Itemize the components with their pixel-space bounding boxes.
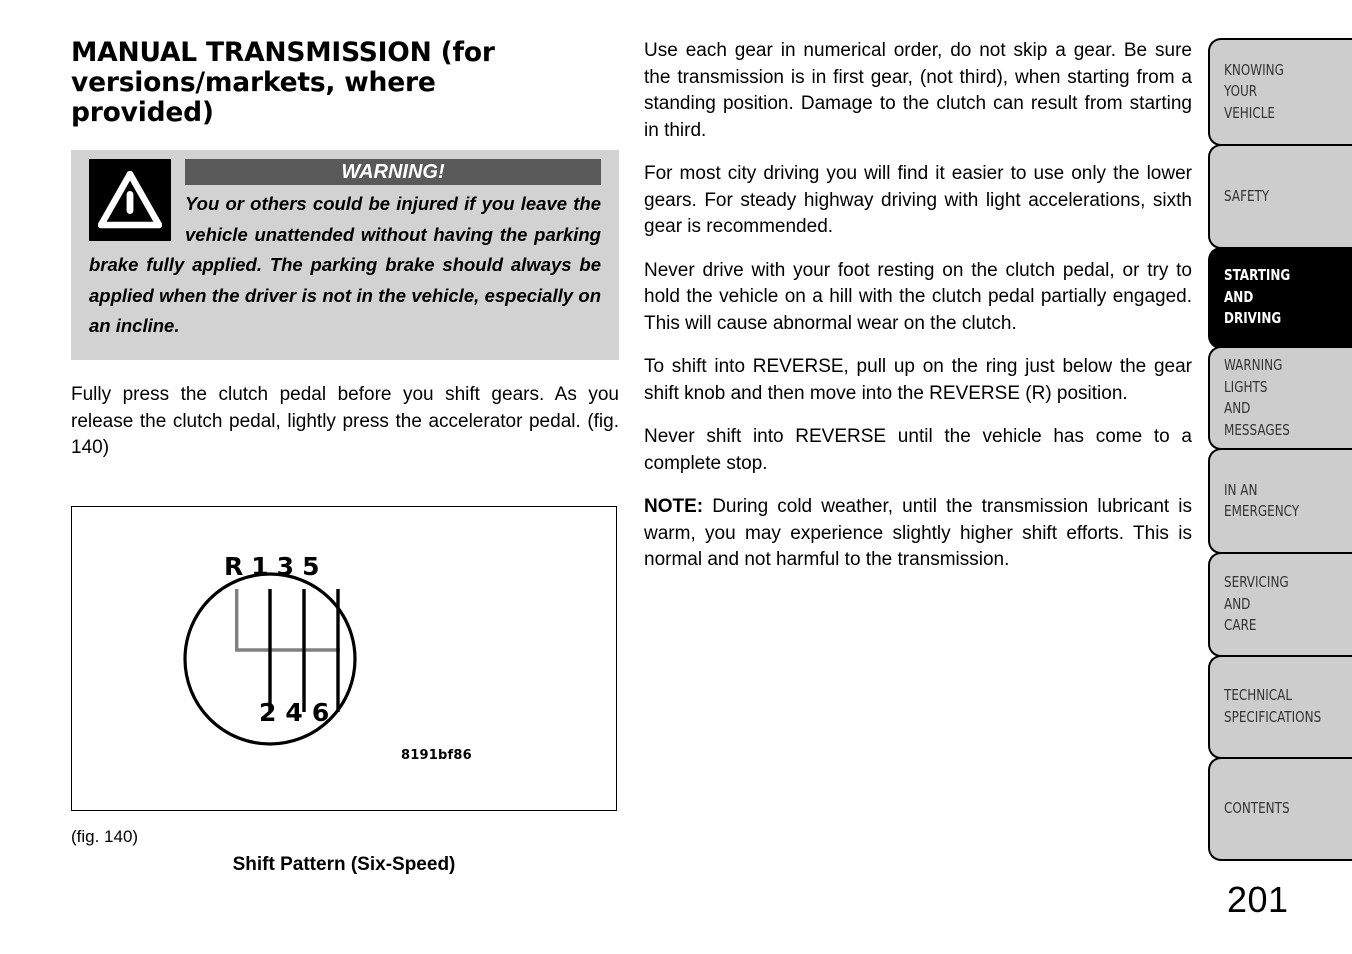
gear-label-4: 4 [285,698,312,727]
tab-in-an-emergency[interactable]: IN AN EMERGENCY [1208,448,1352,555]
tab-servicing-and-care[interactable]: SERVICING AND CARE [1208,552,1352,658]
tab-technical-specifications[interactable]: TECHNICAL SPECIFICATIONS [1208,654,1352,759]
warning-banner-label: WARNING! [185,159,601,185]
gear-label-5: 5 [302,552,328,581]
tab-label: TECHNICAL SPECIFICATIONS [1224,686,1322,726]
figure-number-caption: (fig. 140) [71,827,139,846]
page-title: MANUAL TRANSMISSION (for versions/market… [71,37,495,128]
right-column: Use each gear in numerical order, do not… [644,38,1192,574]
tab-label: IN AN EMERGENCY [1224,480,1300,521]
tab-label: KNOWING YOUR VEHICLE [1224,60,1284,122]
shift-bottom-labels: 246 [259,699,338,727]
gear-label-R: R [224,552,252,581]
warning-callout: WARNING! You or others could be injured … [71,150,619,360]
gear-label-1: 1 [251,552,277,581]
right-paragraph-4: To shift into REVERSE, pull up on the ri… [644,356,1192,404]
right-paragraph-2: For most city driving you will find it e… [644,163,1192,237]
warning-triangle-icon [89,159,171,241]
left-column: MANUAL TRANSMISSION (for versions/market… [71,38,619,462]
shift-pattern-diagram [183,572,357,746]
tab-contents[interactable]: CONTENTS [1208,756,1352,861]
tab-label: SAFETY [1224,186,1270,205]
tab-knowing-your-vehicle[interactable]: KNOWING YOUR VEHICLE [1208,38,1352,146]
right-paragraph-5: Never shift into REVERSE until the vehic… [644,426,1192,474]
tab-label: STARTING AND DRIVING [1224,266,1291,328]
figure-title-caption: Shift Pattern (Six-Speed) [232,854,456,875]
left-paragraph-1: Fully press the clutch pedal before you … [71,384,619,458]
note-label: NOTE: [644,496,704,517]
section-tab-rail: KNOWING YOUR VEHICLE SAFETY STARTING AND… [1208,38,1352,861]
tab-label: CONTENTS [1224,798,1290,817]
shift-pattern-figure: R135 246 [71,506,617,811]
gear-label-3: 3 [276,552,303,581]
gear-label-6: 6 [311,698,339,727]
right-paragraph-1: Use each gear in numerical order, do not… [644,40,1192,141]
gear-label-2: 2 [259,698,286,727]
tab-safety[interactable]: SAFETY [1208,143,1352,249]
diagram-code-label: 8191bf86 [401,748,472,763]
tab-label: WARNING LIGHTS AND MESSAGES [1224,356,1290,439]
note-text: During cold weather, until the transmiss… [644,496,1192,570]
right-paragraph-3: Never drive with your foot resting on th… [644,259,1192,334]
tab-warning-lights-and-messages[interactable]: WARNING LIGHTS AND MESSAGES [1208,346,1352,451]
tab-starting-and-driving[interactable]: STARTING AND DRIVING [1208,246,1352,349]
shift-top-labels: R135 [224,553,327,581]
note-paragraph: NOTE: During cold weather, until the tra… [644,494,1192,574]
tab-label: SERVICING AND CARE [1224,573,1289,635]
manual-page: MANUAL TRANSMISSION (for versions/market… [0,0,1352,954]
page-number: 201 [1227,879,1289,920]
